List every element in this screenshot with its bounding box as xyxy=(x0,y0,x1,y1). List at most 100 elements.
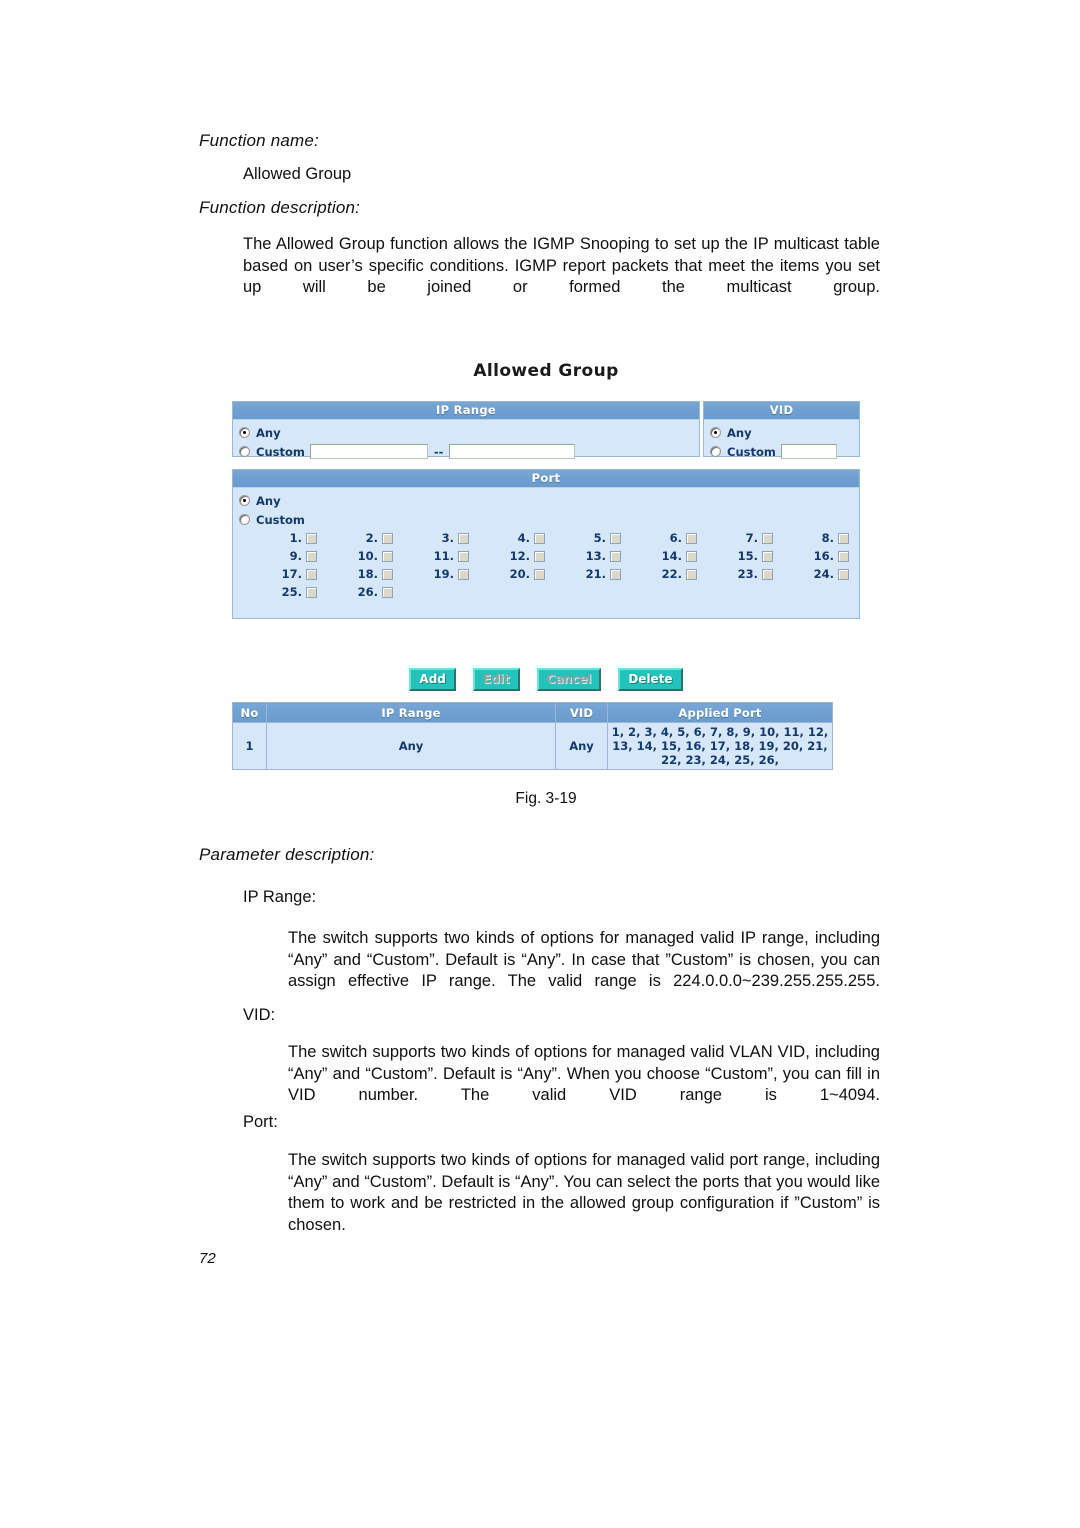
delete-button[interactable]: Delete xyxy=(618,668,683,691)
table-row[interactable]: 1 Any Any 1, 2, 3, 4, 5, 6, 7, 8, 9, 10,… xyxy=(232,722,833,770)
port-checkbox[interactable] xyxy=(458,550,469,562)
port-number-label: 21. xyxy=(585,567,606,581)
port-checkbox[interactable] xyxy=(838,568,849,580)
port-checkbox[interactable] xyxy=(762,568,773,580)
port-checkbox[interactable] xyxy=(382,550,393,562)
vid-custom-input[interactable] xyxy=(780,444,837,459)
port-cell[interactable]: 12. xyxy=(469,549,545,563)
port-custom-label: Custom xyxy=(256,512,305,527)
port-number-label: 2. xyxy=(365,531,378,545)
port-number-label: 22. xyxy=(661,567,682,581)
port-number-label: 9. xyxy=(289,549,302,563)
port-cell[interactable]: 6. xyxy=(621,531,697,545)
port-number-label: 18. xyxy=(357,567,378,581)
port-cell[interactable]: 23. xyxy=(697,567,773,581)
port-cell[interactable]: 4. xyxy=(469,531,545,545)
port-checkbox[interactable] xyxy=(306,586,317,598)
port-checkbox[interactable] xyxy=(534,550,545,562)
vid-any-radio[interactable] xyxy=(710,427,721,438)
port-cell[interactable]: 8. xyxy=(773,531,849,545)
allowed-group-result-table: No IP Range VID Applied Port 1 Any Any 1… xyxy=(232,702,833,770)
port-checkbox[interactable] xyxy=(686,532,697,544)
ip-range-custom-radio[interactable] xyxy=(239,446,250,457)
port-number-label: 26. xyxy=(357,585,378,599)
port-checkbox[interactable] xyxy=(610,532,621,544)
port-any-row[interactable]: Any xyxy=(233,491,859,510)
port-cell[interactable]: 24. xyxy=(773,567,849,581)
port-cell[interactable]: 20. xyxy=(469,567,545,581)
ip-range-end-input[interactable] xyxy=(449,444,576,459)
vid-custom-radio[interactable] xyxy=(710,446,721,457)
port-checkbox-grid: 1. 2. 3. 4. 5. 6. 7. 8. 9. 10. 11. 12. 13. 14. 15. 16. 1… xyxy=(233,529,859,601)
port-number-label: 10. xyxy=(357,549,378,563)
port-number-label: 11. xyxy=(433,549,454,563)
port-cell[interactable]: 26. xyxy=(317,585,393,599)
port-checkbox[interactable] xyxy=(382,532,393,544)
port-checkbox[interactable] xyxy=(306,532,317,544)
port-number-label: 5. xyxy=(593,531,606,545)
port-cell[interactable]: 15. xyxy=(697,549,773,563)
port-cell[interactable]: 19. xyxy=(393,567,469,581)
ip-range-any-radio[interactable] xyxy=(239,427,250,438)
ip-range-body: Any Custom -- xyxy=(233,420,699,465)
port-checkbox[interactable] xyxy=(686,568,697,580)
port-cell[interactable]: 14. xyxy=(621,549,697,563)
port-cell[interactable]: 5. xyxy=(545,531,621,545)
port-checkbox[interactable] xyxy=(306,550,317,562)
port-any-radio[interactable] xyxy=(239,495,250,506)
port-cell[interactable]: 25. xyxy=(241,585,317,599)
port-checkbox[interactable] xyxy=(382,586,393,598)
port-cell[interactable]: 21. xyxy=(545,567,621,581)
screenshot-title: Allowed Group xyxy=(473,361,619,381)
port-checkbox[interactable] xyxy=(686,550,697,562)
column-header-applied-port: Applied Port xyxy=(607,702,833,723)
add-button[interactable]: Add xyxy=(409,668,456,691)
port-number-label: 8. xyxy=(821,531,834,545)
ip-range-start-input[interactable] xyxy=(309,444,428,459)
vid-header: VID xyxy=(704,402,859,420)
port-number-label: 12. xyxy=(509,549,530,563)
vid-custom-row[interactable]: Custom xyxy=(704,442,859,461)
port-cell[interactable]: 9. xyxy=(241,549,317,563)
port-custom-row[interactable]: Custom xyxy=(233,510,859,529)
ip-range-any-row[interactable]: Any xyxy=(233,423,699,442)
document-page: Function name: Allowed Group Function de… xyxy=(0,0,1080,1528)
port-cell[interactable]: 2. xyxy=(317,531,393,545)
port-checkbox[interactable] xyxy=(610,568,621,580)
port-checkbox[interactable] xyxy=(382,568,393,580)
port-number-label: 4. xyxy=(517,531,530,545)
port-any-label: Any xyxy=(256,493,281,508)
port-cell[interactable]: 22. xyxy=(621,567,697,581)
port-cell[interactable]: 18. xyxy=(317,567,393,581)
port-cell[interactable]: 3. xyxy=(393,531,469,545)
port-custom-radio[interactable] xyxy=(239,514,250,525)
port-number-label: 24. xyxy=(813,567,834,581)
port-checkbox[interactable] xyxy=(838,532,849,544)
port-cell[interactable]: 17. xyxy=(241,567,317,581)
port-cell[interactable]: 10. xyxy=(317,549,393,563)
action-button-bar: Add Edit Cancel Delete xyxy=(232,668,860,691)
port-checkbox[interactable] xyxy=(458,568,469,580)
port-cell[interactable]: 11. xyxy=(393,549,469,563)
cell-applied-port: 1, 2, 3, 4, 5, 6, 7, 8, 9, 10, 11, 12, 1… xyxy=(607,722,833,770)
vid-any-row[interactable]: Any xyxy=(704,423,859,442)
port-checkbox[interactable] xyxy=(306,568,317,580)
cancel-button: Cancel xyxy=(536,668,602,691)
parameter-text-ip-range: The switch supports two kinds of options… xyxy=(288,929,880,990)
port-cell[interactable]: 1. xyxy=(241,531,317,545)
port-checkbox[interactable] xyxy=(534,532,545,544)
port-checkbox[interactable] xyxy=(610,550,621,562)
port-cell[interactable]: 7. xyxy=(697,531,773,545)
port-number-label: 23. xyxy=(737,567,758,581)
port-checkbox[interactable] xyxy=(762,532,773,544)
figure-caption: Fig. 3-19 xyxy=(515,790,577,807)
ip-range-custom-label: Custom xyxy=(256,444,305,459)
port-checkbox[interactable] xyxy=(534,568,545,580)
port-checkbox[interactable] xyxy=(838,550,849,562)
ip-range-custom-row[interactable]: Custom -- xyxy=(233,442,699,461)
port-checkbox[interactable] xyxy=(762,550,773,562)
port-cell[interactable]: 13. xyxy=(545,549,621,563)
port-checkbox[interactable] xyxy=(458,532,469,544)
parameter-term-ip-range: IP Range: xyxy=(243,888,317,906)
port-cell[interactable]: 16. xyxy=(773,549,849,563)
